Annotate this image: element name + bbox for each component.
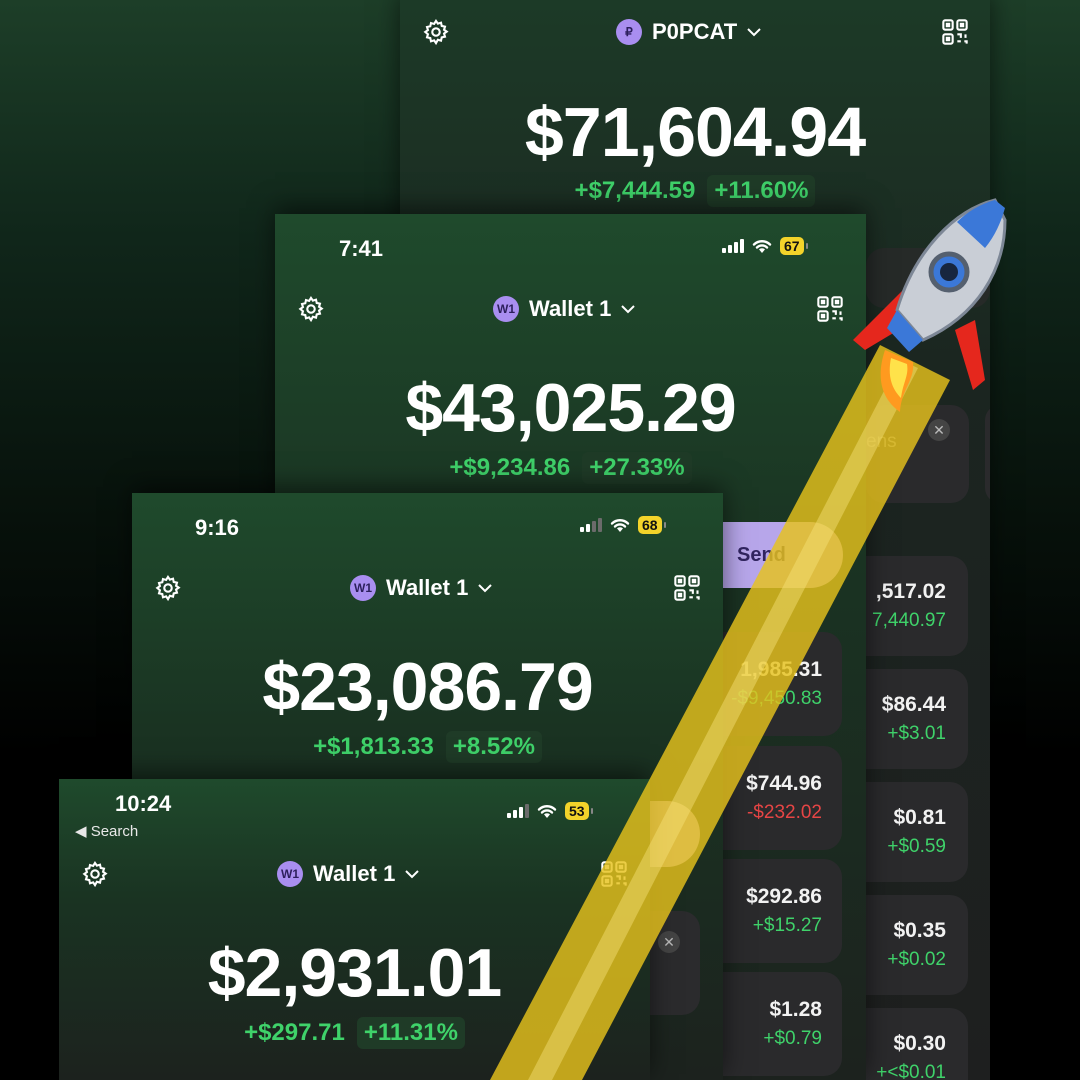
row-value: $1.28 [769,998,822,1021]
change-percent: +8.52% [445,731,542,763]
row-delta: +$15.27 [752,915,822,936]
row-delta: +<$0.01 [876,1062,946,1080]
gear-icon[interactable] [81,860,109,888]
back-to-search-link[interactable]: ◀ Search [75,822,138,840]
wifi-icon [610,519,630,532]
rocket-icon [853,198,1007,412]
change-amount: +$9,234.86 [449,454,571,481]
row-value: $0.81 [893,806,946,829]
change-amount: +$7,444.59 [574,177,696,204]
row-value: $292.86 [746,885,822,908]
balance-change: +$1,813.33 +8.52% [132,731,723,763]
status-time: 9:16 [195,515,240,540]
row-delta: -$9,450.83 [731,688,822,709]
balance-change: +$9,234.86 +27.33% [275,452,866,484]
row-value: ,517.02 [875,580,946,603]
list-item[interactable]: $1.28 +$0.79 [720,972,842,1076]
wallet-selector[interactable]: W1 Wallet 1 [493,296,636,322]
qr-code-icon[interactable] [673,574,701,602]
gear-icon[interactable] [422,18,450,46]
row-value: $0.35 [893,919,946,942]
row-value: $0.30 [893,1032,946,1055]
close-icon[interactable]: ✕ [658,931,680,953]
change-amount: +$297.71 [244,1019,345,1046]
status-icons: 53 [507,802,593,820]
wallet-avatar: W1 [493,296,519,322]
balance-amount: $2,931.01 [207,935,503,1011]
token-selector[interactable]: ₽ P0PCAT [616,19,761,45]
row-delta: 7,440.97 [872,610,946,631]
status-time: 10:24 [115,791,172,816]
list-item[interactable]: $292.86 +$15.27 [720,859,842,963]
change-amount: +$1,813.33 [313,733,434,760]
row-delta: +$0.79 [763,1028,822,1049]
status-icons: 68 [580,516,666,534]
screen-wallet-10-24: 10:24 ◀ Search 53 W1 Wallet 1 $2,931.01 … [59,779,650,1080]
battery-level: 53 [565,802,593,820]
gear-icon[interactable] [297,295,325,323]
wallet-selector[interactable]: W1 Wallet 1 [277,861,420,887]
signal-icon [507,804,529,818]
change-percent: +11.31% [356,1017,465,1049]
row-delta: +$0.59 [887,836,946,857]
signal-icon [580,518,602,532]
status-icons: 67 [722,237,808,255]
change-percent: +11.60% [707,175,816,207]
chevron-down-icon [747,28,761,37]
qr-code-icon[interactable] [600,860,628,888]
wifi-icon [537,805,557,818]
wallet-name: Wallet 1 [313,861,396,886]
balance-amount: $71,604.94 [524,93,866,171]
row-value: $744.96 [746,772,822,795]
token-avatar: ₽ [616,19,642,45]
qr-code-icon[interactable] [816,295,844,323]
change-percent: +27.33% [582,452,692,484]
wallet-avatar: W1 [350,575,376,601]
row-value: 1,985.31 [740,658,822,681]
wallet-selector[interactable]: W1 Wallet 1 [350,575,493,601]
close-icon[interactable]: ✕ [928,419,950,441]
wallet-name: Wallet 1 [386,575,469,600]
wallet-name: Wallet 1 [529,296,612,321]
wallet-avatar: W1 [277,861,303,887]
status-time: 7:41 [339,236,384,261]
row-delta: +$3.01 [887,723,946,744]
chevron-down-icon [405,870,420,879]
send-button[interactable] [650,801,700,867]
chevron-down-icon [478,584,493,593]
card-label: ens [866,431,897,452]
wifi-icon [752,240,772,253]
signal-icon [722,239,744,253]
balance-amount: $43,025.29 [405,370,736,446]
battery-level: 68 [638,516,666,534]
gear-icon[interactable] [154,574,182,602]
row-delta: +$0.02 [887,949,946,970]
send-button[interactable]: Send [723,522,843,588]
balance-change: +$297.71 +11.31% [59,1017,650,1049]
chevron-down-icon [621,305,636,314]
qr-code-icon[interactable] [941,18,969,46]
battery-level: 67 [780,237,808,255]
token-name: P0PCAT [652,19,738,44]
row-delta: -$232.02 [746,802,822,823]
balance-amount: $23,086.79 [262,649,593,725]
row-value: $86.44 [881,693,946,716]
